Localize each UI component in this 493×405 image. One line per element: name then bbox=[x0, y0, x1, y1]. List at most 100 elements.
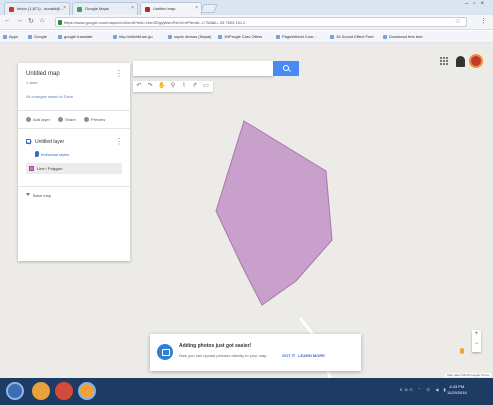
feature-label: Line / Polygon bbox=[37, 166, 63, 171]
save-status: All changes saved in Drive bbox=[26, 94, 74, 99]
got-it-button[interactable]: GOT IT bbox=[282, 353, 295, 358]
pegman-icon[interactable] bbox=[460, 348, 464, 354]
marker-icon[interactable]: ⚲ bbox=[168, 82, 178, 91]
bookmark-star-icon[interactable]: ☆ bbox=[455, 17, 461, 25]
clock[interactable]: 4:43 PM 11/29/2016 bbox=[447, 384, 467, 396]
polygon-color-swatch[interactable] bbox=[29, 166, 34, 171]
browser-menu-icon[interactable]: ⋮ bbox=[480, 17, 487, 25]
chrome-icon[interactable] bbox=[32, 382, 50, 400]
learn-more-button[interactable]: LEARN MORE bbox=[298, 353, 325, 358]
feature-row[interactable]: Line / Polygon bbox=[26, 163, 122, 174]
map-footer: Map data ©2016 Google Terms bbox=[445, 373, 491, 377]
bookmark-translate[interactable]: google translate bbox=[58, 34, 92, 39]
tab-title: Google Maps bbox=[85, 6, 109, 11]
toast-title: Adding photos just got easier! bbox=[179, 343, 252, 349]
paint-icon bbox=[35, 151, 39, 157]
directions-icon[interactable]: ↱ bbox=[190, 82, 200, 91]
bookmark-item[interactable]: Download free bee bbox=[383, 34, 423, 39]
bookmark-google[interactable]: Google bbox=[28, 34, 47, 39]
tab-title: Inbox (1,871) - donald@... bbox=[17, 6, 64, 11]
map-title[interactable]: Untitled map bbox=[26, 71, 60, 77]
zoom-in-button[interactable]: + bbox=[472, 331, 481, 337]
page-icon bbox=[276, 35, 280, 39]
page-icon bbox=[330, 35, 334, 39]
bookmark-item[interactable]: PagesWorld Com... bbox=[276, 34, 317, 39]
map-canvas[interactable]: Untitled map 1 view All changes saved in… bbox=[0, 43, 493, 378]
tab-title: Untitled map bbox=[153, 6, 176, 11]
apps-icon bbox=[3, 35, 7, 39]
draw-line-icon[interactable]: ⌇ bbox=[179, 82, 189, 91]
photos-toast: Adding photos just got easier! Now you c… bbox=[150, 334, 361, 371]
base-map-toggle[interactable]: Base map bbox=[26, 193, 51, 198]
notifications-icon[interactable] bbox=[456, 56, 465, 67]
individual-styles-link[interactable]: Individual styles bbox=[35, 151, 69, 157]
layer-visibility-checkbox[interactable] bbox=[26, 139, 31, 144]
close-tab-icon[interactable]: × bbox=[195, 5, 198, 11]
url-input[interactable]: https://www.google.com/maps/d/u/0/edit?m… bbox=[55, 17, 467, 27]
url-text: https://www.google.com/maps/d/u/0/edit?m… bbox=[64, 20, 246, 25]
address-bar-row: ← → ↻ ⌂ https://www.google.com/maps/d/u/… bbox=[0, 15, 493, 30]
search-input[interactable] bbox=[133, 61, 273, 76]
share-icon bbox=[58, 117, 63, 122]
preview-button[interactable]: Preview bbox=[84, 117, 105, 122]
layer-item: Untitled layer ⋮ Individual styles Line … bbox=[18, 129, 130, 187]
drawn-polygon[interactable] bbox=[215, 120, 333, 306]
zoom-out-button[interactable]: − bbox=[472, 341, 481, 347]
map-views: 1 view bbox=[26, 80, 38, 85]
bookmark-item[interactable]: http://mikelkhan.go bbox=[113, 34, 153, 39]
bookmark-item[interactable]: 1NPrugle Cars Offers bbox=[218, 34, 262, 39]
chrome-icon[interactable] bbox=[55, 382, 73, 400]
ruler-icon[interactable]: ▭ bbox=[201, 82, 211, 91]
hand-icon[interactable]: ✋ bbox=[157, 82, 167, 91]
page-icon bbox=[383, 35, 387, 39]
chevron-down-icon bbox=[26, 193, 30, 196]
photo-icon bbox=[157, 344, 173, 360]
tab-google-maps[interactable]: Google Maps × bbox=[72, 2, 138, 15]
map-toolbar: ↶ ↷ ✋ ⚲ ⌇ ↱ ▭ bbox=[133, 81, 213, 92]
redo-icon[interactable]: ↷ bbox=[145, 82, 155, 91]
page-icon bbox=[218, 35, 222, 39]
bookmarks-bar: Apps Google google translate http://mike… bbox=[0, 31, 493, 43]
start-button[interactable] bbox=[6, 382, 24, 400]
my-maps-icon bbox=[145, 7, 150, 12]
close-tab-icon[interactable]: × bbox=[63, 5, 66, 11]
undo-icon[interactable]: ↶ bbox=[134, 82, 144, 91]
tab-inbox[interactable]: Inbox (1,871) - donald@... × bbox=[4, 2, 70, 15]
lock-icon bbox=[58, 20, 62, 25]
map-options-icon[interactable]: ⋮ bbox=[115, 69, 123, 78]
bookmark-apps[interactable]: Apps bbox=[3, 34, 18, 39]
bookmark-item[interactable]: 16 Sound Effect Free bbox=[330, 34, 374, 39]
maps-icon bbox=[77, 7, 82, 12]
panel-header: Untitled map 1 view All changes saved in… bbox=[18, 63, 130, 111]
add-layer-button[interactable]: Add layer bbox=[26, 117, 50, 122]
browser-tab-bar: Inbox (1,871) - donald@... × Google Maps… bbox=[0, 0, 493, 15]
home-icon[interactable]: ⌂ bbox=[40, 17, 44, 24]
layer-title[interactable]: Untitled layer bbox=[35, 139, 64, 145]
tab-untitled-map[interactable]: Untitled map × bbox=[140, 2, 202, 15]
layer-options-icon[interactable]: ⋮ bbox=[115, 137, 123, 146]
back-icon[interactable]: ← bbox=[4, 17, 11, 24]
panel-actions: Add layer Share Preview bbox=[18, 111, 130, 129]
share-button[interactable]: Share bbox=[58, 117, 76, 122]
search-button[interactable] bbox=[273, 61, 299, 76]
translate-icon bbox=[58, 35, 62, 39]
chrome-icon[interactable] bbox=[78, 382, 96, 400]
reload-icon[interactable]: ↻ bbox=[28, 17, 34, 25]
screen: Inbox (1,871) - donald@... × Google Maps… bbox=[0, 0, 493, 405]
avatar[interactable] bbox=[469, 54, 483, 68]
apps-grid-icon[interactable] bbox=[440, 57, 449, 66]
close-tab-icon[interactable]: × bbox=[131, 5, 134, 11]
new-tab-button[interactable] bbox=[200, 4, 218, 13]
window-controls[interactable]: –▫× bbox=[465, 1, 489, 7]
page-icon bbox=[168, 35, 172, 39]
forward-icon[interactable]: → bbox=[16, 17, 23, 24]
clock-date: 11/29/2016 bbox=[447, 390, 467, 395]
google-icon bbox=[28, 35, 32, 39]
map-layers-panel: Untitled map 1 view All changes saved in… bbox=[18, 63, 130, 261]
page-icon bbox=[113, 35, 117, 39]
toast-body: Now you can upload pictures directly to … bbox=[179, 353, 268, 358]
system-tray[interactable]: ENG ⌃ ⓦ ◀ ▮ bbox=[400, 387, 448, 393]
windows-taskbar: ENG ⌃ ⓦ ◀ ▮ 4:43 PM 11/29/2016 bbox=[0, 378, 493, 405]
add-layer-icon bbox=[26, 117, 31, 122]
bookmark-item[interactable]: super demos (Nepal) bbox=[168, 34, 211, 39]
